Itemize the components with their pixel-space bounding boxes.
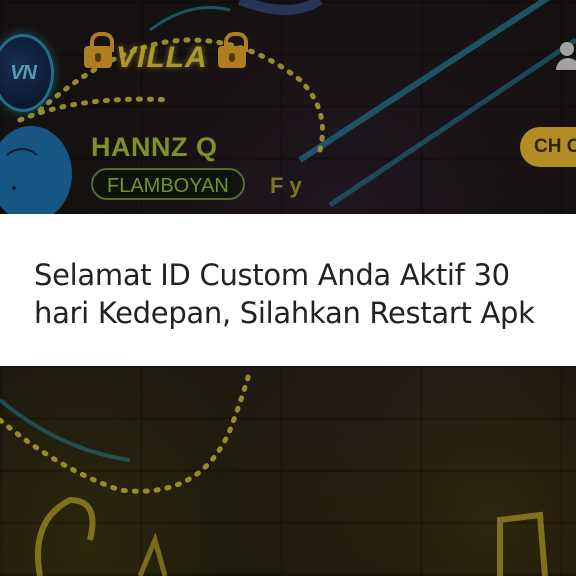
toast-message-panel: Selamat ID Custom Anda Aktif 30 hari Ked… [0,214,576,366]
toast-message: Selamat ID Custom Anda Aktif 30 hari Ked… [34,258,535,330]
